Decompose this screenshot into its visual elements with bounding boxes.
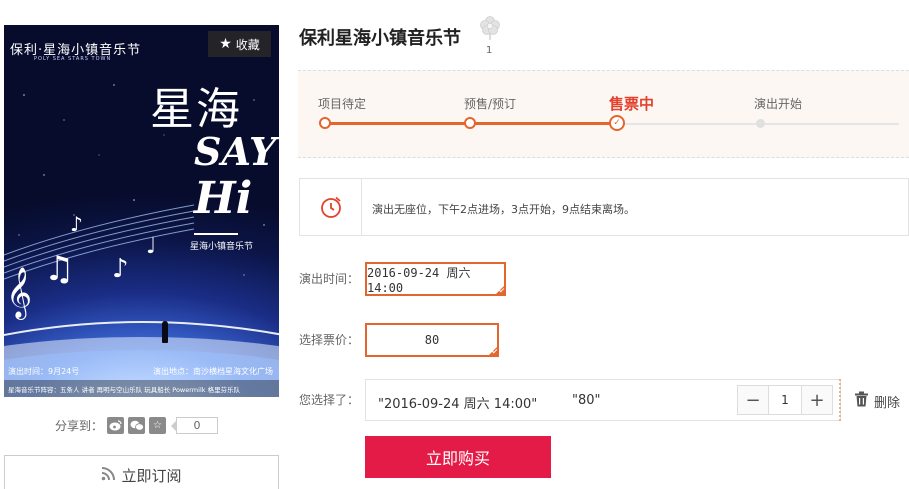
svg-text:♪: ♪ (70, 212, 83, 236)
svg-text:𝄞: 𝄞 (6, 267, 32, 320)
poster-silhouette (162, 321, 168, 343)
summary-divider (839, 379, 841, 421)
poster-brand-subtitle: POLY SEA STARS TOWN (34, 56, 112, 62)
star-icon: ★ (219, 36, 232, 52)
stage-dot-show-start (756, 119, 765, 128)
poster-underline (194, 233, 238, 235)
favorite-star-icon[interactable]: ☆ (149, 417, 167, 434)
selected-check-icon (488, 346, 498, 356)
poster-show-place: 演出地点：南沙横档星海文化广场 (153, 367, 273, 376)
sale-progress: 项目待定 预售/预订 售票中 演出开始 ✓ (298, 70, 909, 158)
quantity-stepper: − 1 + (737, 385, 833, 415)
stage-label-presale: 预售/预订 (464, 97, 517, 111)
quantity-input[interactable]: 1 (768, 386, 802, 414)
buy-now-button[interactable]: 立即购买 (365, 436, 551, 478)
alarm-clock-icon (300, 179, 362, 235)
poster-show-time: 演出时间：9月24号 (8, 367, 80, 376)
decrease-button[interactable]: − (738, 386, 768, 414)
poster-festival-name: 星海小镇音乐节 (190, 242, 254, 252)
weibo-icon[interactable] (107, 417, 125, 434)
stage-dot-presale (464, 117, 476, 129)
show-time-option[interactable]: 2016-09-24 周六 14:00 (365, 262, 506, 296)
notice-text: 演出无座位，下午2点进场，3点开始，9点结束离场。 (372, 203, 635, 216)
wechat-icon[interactable] (128, 417, 146, 434)
price-label: 选择票价： (299, 333, 360, 347)
check-icon: ✓ (609, 115, 625, 131)
poster-lineup: 星海音乐节阵容：五条人 讲者 再明与空山乐队 玩具船长 Powermilk 格里… (4, 380, 279, 397)
svg-text:♩: ♩ (146, 234, 156, 259)
selected-check-icon (495, 285, 505, 295)
chosen-label: 您选择了： (299, 393, 360, 407)
delete-button[interactable]: 删除 (854, 391, 900, 411)
stage-dot-pending (319, 117, 331, 129)
stage-label-show-start: 演出开始 (754, 97, 803, 111)
selection-summary: "2016-09-24 周六 14:00" "80" − 1 + (365, 379, 841, 421)
favorite-button[interactable]: ★ 收藏 (208, 31, 271, 57)
page-title: 保利星海小镇音乐节 (299, 28, 461, 49)
delete-label: 删除 (874, 395, 901, 411)
poster-headline: 星海 (150, 84, 242, 135)
poster-hi: Hi (194, 173, 253, 224)
share-bar: 分享到： ☆ 0 (55, 417, 219, 434)
price-value: 80 (424, 333, 440, 347)
subscribe-button[interactable]: 立即订阅 (4, 455, 279, 489)
flower-icon[interactable] (478, 14, 502, 42)
flower-count: 1 (486, 45, 493, 56)
event-poster: 𝄞 ♫ ♪ ♩ ♪ 保利·星海小镇音乐节 POLY SEA STARS TOWN… (4, 25, 279, 397)
chosen-date: "2016-09-24 周六 14:00" (378, 397, 538, 412)
poster-say: SAY (194, 129, 277, 174)
event-notice: 演出无座位，下午2点进场，3点开始，9点结束离场。 (299, 178, 909, 236)
subscribe-label: 立即订阅 (121, 467, 182, 485)
show-time-value: 2016-09-24 周六 14:00 (367, 265, 471, 295)
increase-button[interactable]: + (802, 386, 832, 414)
favorite-label: 收藏 (235, 37, 260, 52)
svg-text:♫: ♫ (44, 249, 74, 289)
share-label: 分享到： (55, 419, 104, 433)
share-count: 0 (171, 417, 219, 434)
svg-text:♪: ♪ (112, 254, 129, 284)
trash-icon (854, 391, 869, 411)
stage-label-on-sale: 售票中 (609, 95, 655, 113)
chosen-price: "80" (572, 393, 601, 408)
rss-icon (101, 466, 116, 485)
price-option[interactable]: 80 (365, 323, 499, 357)
show-time-label: 演出时间： (299, 272, 360, 286)
stage-label-pending: 项目待定 (318, 97, 367, 111)
